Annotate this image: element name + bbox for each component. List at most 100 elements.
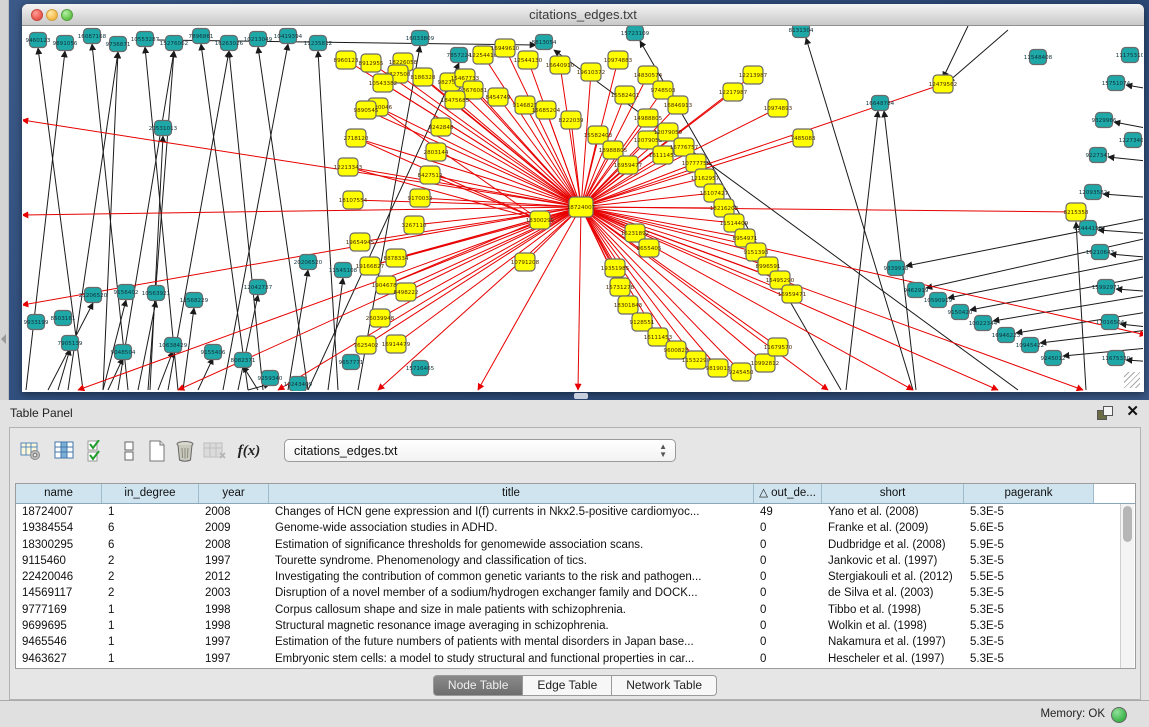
network-node-selected[interactable]: 8186328 (411, 68, 436, 86)
network-node[interactable]: 10022344 (969, 316, 998, 331)
network-node[interactable]: 9245012 (1041, 351, 1066, 366)
table-cell[interactable]: 5.3E-5 (964, 585, 1094, 601)
table-cell[interactable]: 6 (102, 537, 199, 553)
network-node-selected[interactable]: 15685204 (532, 101, 561, 119)
network-node[interactable]: 10590919 (924, 293, 953, 308)
memory-status-icon[interactable] (1111, 707, 1127, 723)
network-node[interactable]: 16087168 (78, 29, 107, 44)
table-cell[interactable]: 2 (102, 553, 199, 569)
network-node[interactable]: 11235812 (304, 36, 332, 51)
table-row[interactable]: 1830029562008Estimation of significance … (16, 537, 1135, 553)
network-node-selected[interactable]: 19610372 (577, 63, 605, 81)
table-cell[interactable]: Tibbo et al. (1998) (822, 602, 964, 618)
table-cell[interactable]: 49 (754, 504, 822, 520)
table-settings-icon[interactable] (18, 437, 44, 465)
network-node-selected[interactable]: 26039948 (366, 309, 395, 327)
network-node[interactable]: 8131304 (789, 26, 814, 38)
network-node[interactable]: 16946223 (992, 328, 1021, 343)
column-header-title[interactable]: title (269, 484, 754, 503)
column-header-year[interactable]: year (199, 484, 269, 503)
network-node-selected[interactable]: 8215358 (1064, 203, 1089, 221)
table-cell[interactable]: 2009 (199, 520, 269, 536)
network-node[interactable]: 16263026 (215, 36, 244, 51)
network-node-selected[interactable]: 9655405 (637, 239, 662, 257)
table-cell[interactable]: 0 (754, 651, 822, 667)
network-node-selected[interactable]: 9819013 (706, 359, 731, 377)
network-node[interactable]: 9156402 (114, 285, 139, 300)
table-cell[interactable]: Genome-wide association studies in ADHD. (269, 520, 754, 536)
table-row[interactable]: 946554611997Estimation of the future num… (16, 634, 1135, 650)
table-cell[interactable]: 1 (102, 618, 199, 634)
table-cell[interactable]: 9115460 (16, 553, 102, 569)
network-node-selected[interactable]: 16846913 (664, 96, 693, 114)
table-cell[interactable]: 0 (754, 585, 822, 601)
network-node-selected[interactable]: 12479562 (929, 75, 957, 93)
table-cell[interactable]: Yano et al. (2008) (822, 504, 964, 520)
network-node-selected[interactable]: 8912955 (359, 54, 384, 72)
network-node[interactable]: 9891056 (53, 36, 78, 51)
table-row[interactable]: 969969511998Structural magnetic resonanc… (16, 618, 1135, 634)
table-cell[interactable]: 0 (754, 569, 822, 585)
network-node-selected[interactable]: 15582401 (611, 86, 640, 104)
network-node[interactable]: 10563921 (142, 286, 171, 301)
new-column-icon[interactable] (144, 437, 170, 465)
network-node[interactable]: 9460123 (26, 33, 51, 48)
network-node-selected[interactable]: 8222039 (559, 111, 584, 129)
network-node-selected[interactable]: 18300295 (526, 211, 555, 229)
function-builder-icon[interactable]: f(x) (236, 437, 262, 465)
table-cell[interactable]: 1 (102, 634, 199, 650)
table-cell[interactable]: 9699695 (16, 618, 102, 634)
table-cell[interactable]: 22420046 (16, 569, 102, 585)
table-cell[interactable]: Estimation of significance thresholds fo… (269, 537, 754, 553)
table-cell[interactable]: 2008 (199, 504, 269, 520)
network-node-selected[interactable]: 16959477 (614, 156, 643, 174)
network-node[interactable]: 9048504 (111, 345, 136, 360)
show-column-icon[interactable] (52, 437, 78, 465)
table-cell[interactable]: Wolkin et al. (1998) (822, 618, 964, 634)
table-cell[interactable]: 5.3E-5 (964, 634, 1094, 650)
table-cell[interactable]: 5.3E-5 (964, 618, 1094, 634)
table-cell[interactable]: 5.3E-5 (964, 602, 1094, 618)
network-node-selected[interactable]: 10974893 (764, 99, 793, 117)
table-cell[interactable]: 0 (754, 537, 822, 553)
network-canvas[interactable]: 9460123989105616087168973687110553287152… (23, 26, 1143, 391)
table-cell[interactable]: 5.3E-5 (964, 504, 1094, 520)
table-cell[interactable]: 0 (754, 618, 822, 634)
row-height-icon[interactable] (116, 437, 142, 465)
table-cell[interactable]: 5.9E-5 (964, 537, 1094, 553)
network-node-selected[interactable]: 16776757 (670, 138, 699, 156)
float-panel-icon[interactable] (1097, 406, 1113, 420)
table-cell[interactable]: 5.3E-5 (964, 651, 1094, 667)
network-node-selected[interactable]: 19351985 (601, 259, 630, 277)
network-node-selected[interactable]: 12213343 (334, 158, 363, 176)
table-cell[interactable]: 1997 (199, 634, 269, 650)
network-node-selected[interactable]: 8427512 (418, 166, 443, 184)
network-node[interactable]: 11175310 (1116, 48, 1143, 63)
table-cell[interactable]: Dudbridge et al. (2008) (822, 537, 964, 553)
network-node[interactable]: 11675330 (1102, 351, 1131, 366)
network-node-selected[interactable]: 9170032 (408, 189, 433, 207)
network-node-selected[interactable]: 7485083 (791, 129, 816, 147)
table-cell[interactable]: 0 (754, 520, 822, 536)
table-cell[interactable]: 18300295 (16, 537, 102, 553)
table-cell[interactable]: 5.5E-5 (964, 569, 1094, 585)
column-header-short[interactable]: short (822, 484, 964, 503)
network-node[interactable]: 11545108 (329, 263, 358, 278)
table-row[interactable]: 1456911722003Disruption of a novel membe… (16, 585, 1135, 601)
tab-edge-table[interactable]: Edge Table (523, 675, 612, 696)
network-node-selected[interactable]: 8454749 (486, 88, 511, 106)
collapse-panel-icon[interactable] (1, 334, 6, 344)
network-node[interactable]: 9155406 (201, 345, 226, 360)
network-node-selected[interactable]: 18301843 (614, 296, 643, 314)
network-node[interactable]: 9339918 (884, 261, 909, 276)
table-cell[interactable]: 1997 (199, 651, 269, 667)
window-resize-grip[interactable] (1124, 372, 1140, 388)
table-cell[interactable]: Nakamura et al. (1997) (822, 634, 964, 650)
network-node-selected[interactable]: 10543382 (369, 74, 397, 92)
table-cell[interactable]: 0 (754, 602, 822, 618)
table-row[interactable]: 1938455462009Genome-wide association stu… (16, 520, 1135, 536)
table-cell[interactable]: Embryonic stem cells: a model to study s… (269, 651, 754, 667)
network-node[interactable]: 12042737 (244, 280, 273, 295)
table-row[interactable]: 911546021997Tourette syndrome. Phenomeno… (16, 553, 1135, 569)
network-node[interactable]: 15276062 (160, 36, 188, 51)
